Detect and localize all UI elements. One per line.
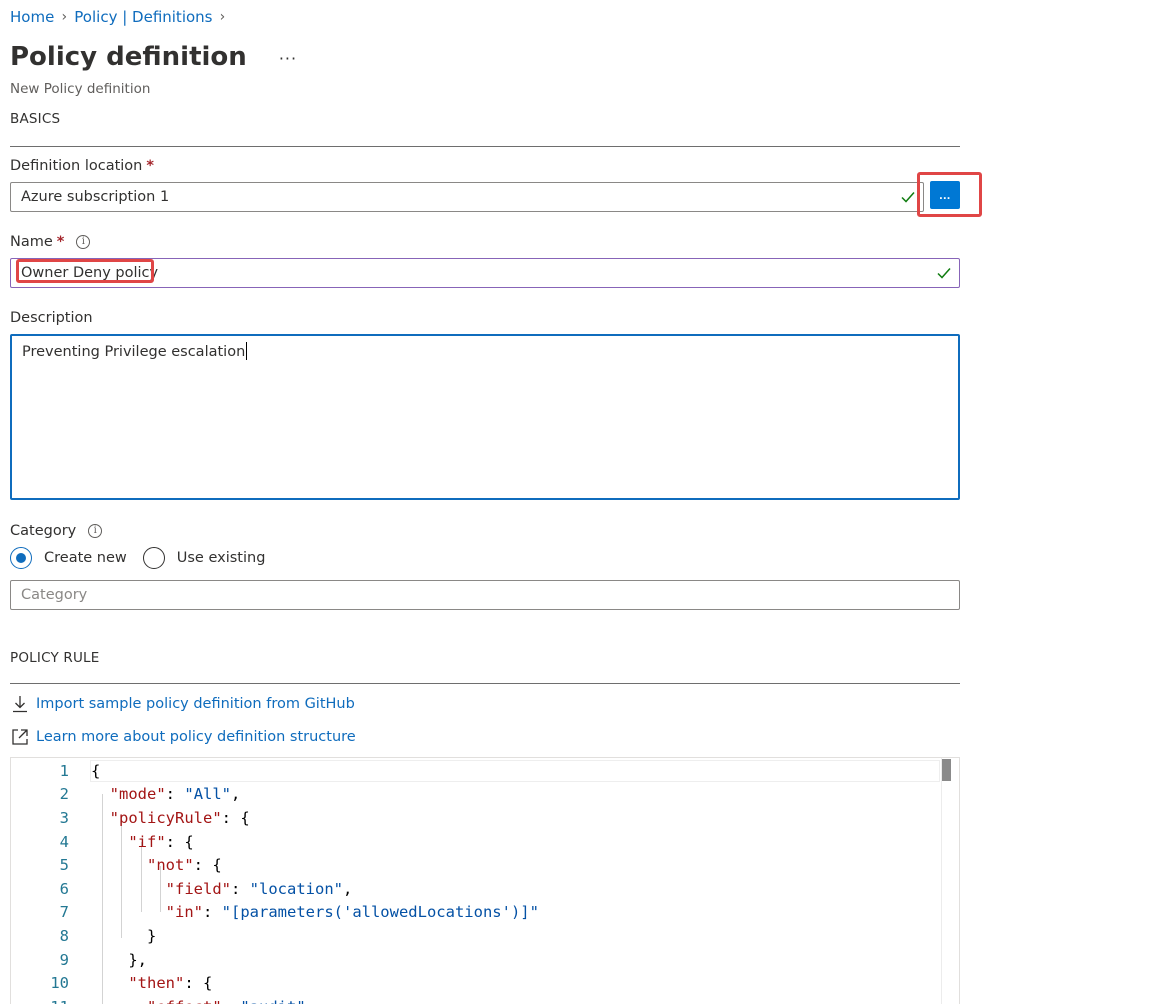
definition-location-label: Definition location * [10, 158, 154, 174]
section-heading-policy-rule: POLICY RULE [10, 650, 100, 666]
breadcrumb-policy-definitions[interactable]: Policy | Definitions [74, 8, 212, 26]
learn-more-link-row[interactable]: Learn more about policy definition struc… [10, 727, 356, 747]
code-line: 11 "effect": "audit" [11, 995, 959, 1004]
checkmark-icon [937, 268, 951, 279]
code-text: "field": "location", [165, 879, 353, 898]
code-line: 3 "policyRule": { [11, 806, 959, 830]
page-title: Policy definition [10, 42, 247, 72]
required-asterisk: * [56, 234, 65, 250]
code-line: 9 }, [11, 948, 959, 972]
highlight-box-browse [917, 172, 982, 217]
code-text: "mode": "All", [109, 785, 241, 804]
line-number: 7 [59, 903, 69, 922]
title-row: Policy definition ··· [10, 42, 297, 72]
code-line: 5 "not": { [11, 853, 959, 877]
text-caret [246, 342, 248, 360]
code-text: }, [91, 950, 147, 969]
import-sample-link[interactable]: Import sample policy definition from Git… [36, 696, 355, 712]
code-line: 8 } [11, 924, 959, 948]
radio-use-existing[interactable] [142, 547, 165, 569]
section-heading-basics: BASICS [10, 111, 61, 127]
category-radio-group: Create new Use existing [10, 547, 281, 569]
line-number: 6 [59, 879, 69, 898]
code-text: "if": { [128, 832, 194, 851]
code-text: } [91, 926, 157, 945]
code-line: 10 "then": { [11, 971, 959, 995]
editor-scrollbar-thumb[interactable] [942, 759, 951, 781]
open-external-icon [12, 729, 28, 745]
code-text: "then": { [128, 974, 213, 993]
code-text: "not": { [147, 856, 222, 875]
code-text: "in": "[parameters('allowedLocations')]" [165, 903, 539, 922]
code-line: 2 "mode": "All", [11, 783, 959, 807]
line-number: 4 [59, 832, 69, 851]
code-text: "policyRule": { [109, 808, 250, 827]
chevron-right-icon: › [219, 9, 226, 25]
category-label: Category i [10, 523, 103, 539]
chevron-right-icon: › [61, 9, 68, 25]
line-number: 5 [59, 856, 69, 875]
breadcrumb-home[interactable]: Home [10, 8, 54, 26]
line-number: 11 [11, 998, 69, 1004]
line-number: 1 [59, 761, 69, 780]
line-number: 10 [50, 974, 69, 993]
import-sample-link-row[interactable]: Import sample policy definition from Git… [10, 694, 355, 714]
name-label: Name * i [10, 234, 91, 250]
highlight-box-name [16, 259, 154, 283]
definition-location-value: Azure subscription 1 [21, 189, 170, 205]
description-label: Description [10, 310, 93, 326]
divider [10, 146, 960, 147]
line-number: 3 [59, 808, 69, 827]
definition-location-field[interactable]: Azure subscription 1 [10, 182, 924, 212]
required-asterisk: * [146, 158, 154, 174]
category-placeholder: Category [21, 587, 88, 603]
code-line: 7 "in": "[parameters('allowedLocations')… [11, 901, 959, 925]
more-options-icon[interactable]: ··· [279, 49, 297, 68]
description-textarea[interactable]: Preventing Privilege escalation [10, 334, 960, 500]
info-icon[interactable]: i [88, 524, 103, 538]
line-number: 8 [59, 926, 69, 945]
description-value: Preventing Privilege escalation [22, 344, 246, 360]
radio-create-new[interactable] [10, 547, 32, 569]
code-line: 6 "field": "location", [11, 877, 959, 901]
download-icon [13, 696, 27, 713]
code-line: 4 "if": { [11, 830, 959, 854]
info-icon[interactable]: i [76, 235, 91, 249]
editor-scrollbar-track[interactable] [941, 758, 959, 1004]
code-text: "effect": "audit" [91, 998, 306, 1004]
page-subtitle: New Policy definition [10, 81, 151, 97]
radio-create-new-label[interactable]: Create new [44, 550, 127, 566]
breadcrumb: Home › Policy | Definitions › [10, 8, 232, 26]
code-text: { [91, 761, 101, 780]
category-input[interactable]: Category [10, 580, 960, 610]
learn-more-link[interactable]: Learn more about policy definition struc… [36, 729, 356, 745]
radio-use-existing-label[interactable]: Use existing [177, 550, 266, 566]
policy-rule-code-editor[interactable]: 1{2 "mode": "All", 3 "policyRule": {4 "if… [10, 757, 960, 1004]
line-number: 2 [59, 785, 69, 804]
code-line: 1{ [11, 759, 959, 783]
line-number: 9 [59, 950, 69, 969]
divider [10, 683, 960, 684]
checkmark-icon [901, 192, 915, 203]
